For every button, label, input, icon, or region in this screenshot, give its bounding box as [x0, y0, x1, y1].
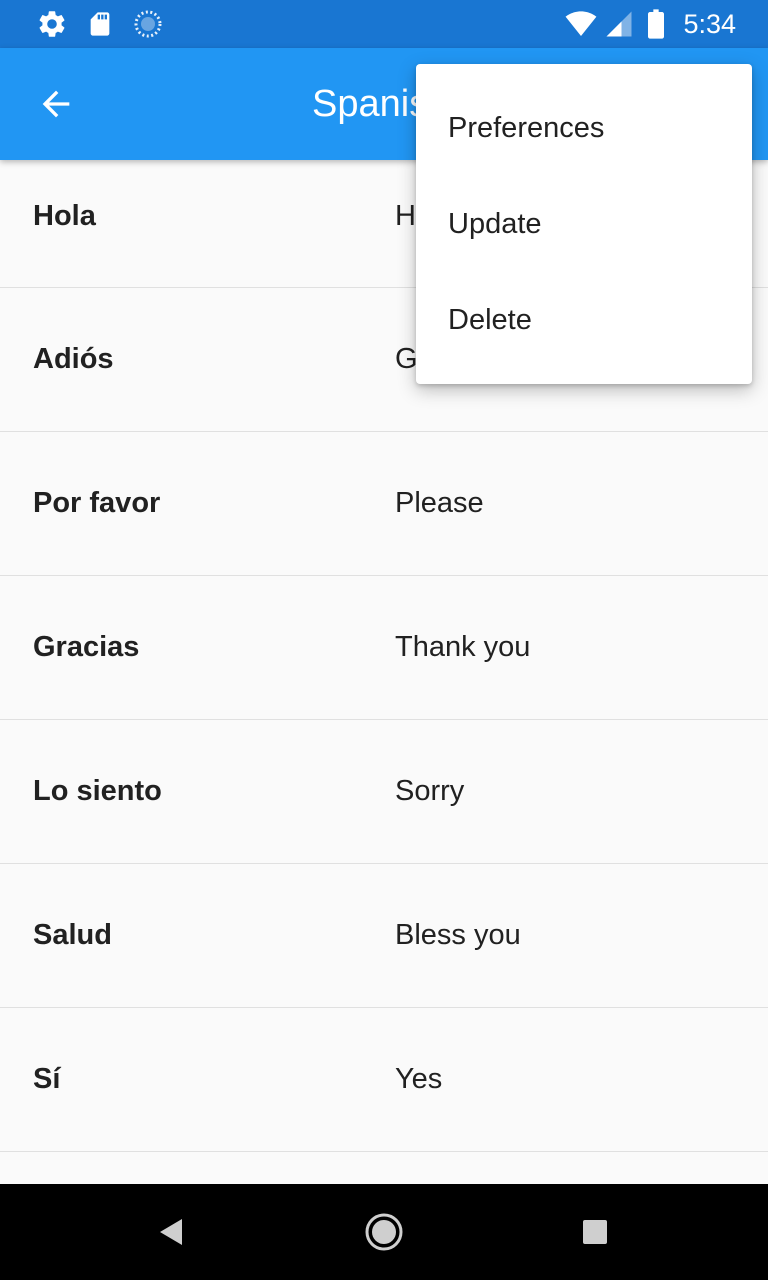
meaning-text: Please — [395, 487, 484, 519]
menu-item-update[interactable]: Update — [416, 176, 752, 272]
menu-item-delete[interactable]: Delete — [416, 272, 752, 368]
sync-icon — [134, 10, 162, 38]
recents-square-icon — [583, 1220, 607, 1244]
term-text: Sí — [33, 1063, 61, 1095]
term-text: Lo siento — [33, 775, 162, 807]
list-item[interactable] — [0, 1152, 768, 1184]
meaning-text: Sorry — [395, 775, 465, 807]
list-item[interactable]: Por favor Please — [0, 432, 768, 576]
term-text: Gracias — [33, 631, 140, 663]
list-item[interactable]: Gracias Thank you — [0, 576, 768, 720]
overflow-menu: Preferences Update Delete — [416, 64, 752, 384]
nav-home-button[interactable] — [360, 1208, 408, 1256]
wifi-icon — [565, 11, 597, 37]
term-text: Salud — [33, 919, 112, 951]
meaning-text: Yes — [395, 1063, 443, 1095]
home-circle-icon — [365, 1213, 403, 1251]
system-nav-bar — [0, 1184, 768, 1280]
nav-recents-button[interactable] — [571, 1208, 619, 1256]
back-button[interactable] — [24, 72, 88, 136]
status-bar: 5:34 — [0, 0, 768, 48]
settings-icon — [39, 11, 65, 37]
menu-item-preferences[interactable]: Preferences — [416, 80, 752, 176]
meaning-text: Thank you — [395, 631, 531, 663]
term-text: Adiós — [33, 343, 114, 375]
term-text: Hola — [33, 200, 96, 232]
nav-back-button[interactable] — [148, 1208, 196, 1256]
sd-card-icon — [90, 12, 110, 36]
signal-icon — [606, 11, 632, 37]
list-item[interactable]: Lo siento Sorry — [0, 720, 768, 864]
list-item[interactable]: Sí Yes — [0, 1008, 768, 1152]
meaning-text: Bless you — [395, 919, 521, 951]
arrow-back-icon — [42, 90, 70, 118]
term-text: Por favor — [33, 487, 161, 519]
battery-icon — [648, 9, 664, 39]
back-triangle-icon — [160, 1219, 182, 1245]
status-time: 5:34 — [683, 9, 736, 39]
list-item[interactable]: Salud Bless you — [0, 864, 768, 1008]
